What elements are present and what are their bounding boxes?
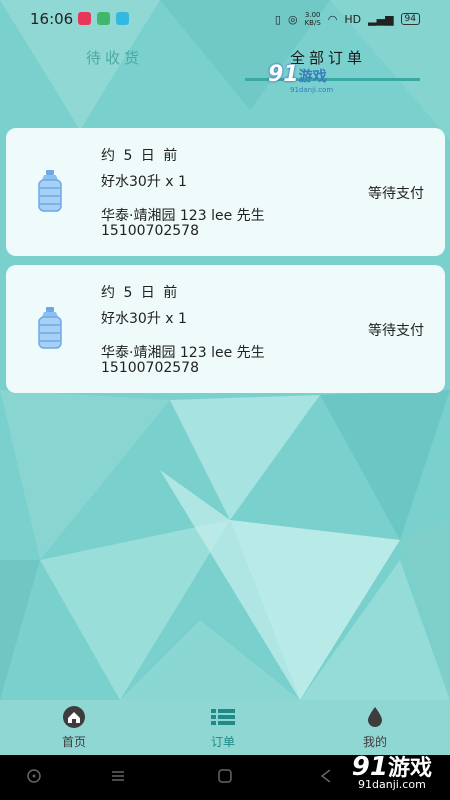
- tab-pending-receipt[interactable]: 待收货: [86, 47, 143, 68]
- watermark-logo-bottom: 91游戏 91danji.com: [351, 752, 432, 791]
- flash-app-icon: [116, 12, 129, 25]
- order-time: 约 5 日 前: [101, 148, 180, 164]
- home-button-icon[interactable]: [217, 768, 233, 784]
- order-phone: 15100702578: [101, 223, 199, 239]
- low-poly-background: [0, 0, 450, 800]
- order-phone: 15100702578: [101, 360, 199, 376]
- status-bar: 16:06 ▯ ◎ 3.00 KB/S ◠ HD ▂▄▆ 94: [0, 0, 450, 36]
- order-time: 约 5 日 前: [101, 285, 180, 301]
- order-tabs: 待收货 全部订单: [0, 36, 450, 84]
- bottom-nav: 首页 订单 我的: [0, 700, 450, 755]
- order-product: 好水30升 x 1: [101, 174, 187, 190]
- nav-orders[interactable]: 订单: [193, 706, 253, 750]
- nav-orders-label: 订单: [210, 735, 235, 749]
- nav-home-label: 首页: [61, 735, 86, 749]
- water-bottle-icon: [38, 170, 62, 212]
- order-product: 好水30升 x 1: [101, 311, 187, 327]
- nav-home[interactable]: 首页: [44, 706, 104, 750]
- watermark-logo: 91游戏 91danji.com: [268, 62, 334, 94]
- water-bottle-icon: [38, 307, 62, 349]
- order-card[interactable]: 约 5 日 前 好水30升 x 1 华泰·靖湘园 123 lee 先生 1510…: [6, 265, 445, 393]
- menu-button-icon[interactable]: [110, 768, 126, 784]
- home-icon: [63, 706, 85, 728]
- circle-button-icon[interactable]: [26, 768, 42, 784]
- location-icon: ◎: [287, 12, 298, 26]
- order-address: 华泰·靖湘园 123 lee 先生: [101, 345, 265, 361]
- drop-icon: [368, 707, 382, 727]
- order-status: 等待支付: [368, 186, 424, 202]
- back-button-icon[interactable]: [318, 768, 334, 784]
- files-app-icon: [97, 12, 110, 25]
- video-app-icon: [78, 12, 91, 25]
- nav-mine-label: 我的: [362, 735, 387, 749]
- status-indicators: ▯ ◎ 3.00 KB/S ◠ HD ▂▄▆ 94: [275, 11, 420, 27]
- list-icon: [211, 709, 235, 725]
- order-address: 华泰·靖湘园 123 lee 先生: [101, 208, 265, 224]
- order-card[interactable]: 约 5 日 前 好水30升 x 1 华泰·靖湘园 123 lee 先生 1510…: [6, 128, 445, 256]
- wifi-icon: ◠: [327, 12, 338, 26]
- network-type: HD: [344, 12, 362, 26]
- battery-icon: 94: [400, 13, 420, 25]
- vibrate-icon: ▯: [274, 12, 281, 26]
- signal-icon: ▂▄▆: [368, 12, 394, 26]
- order-status: 等待支付: [368, 323, 424, 339]
- notification-icons: [78, 12, 129, 25]
- nav-mine[interactable]: 我的: [345, 706, 405, 750]
- status-time: 16:06: [30, 10, 74, 28]
- network-speed: 3.00 KB/S: [304, 11, 321, 27]
